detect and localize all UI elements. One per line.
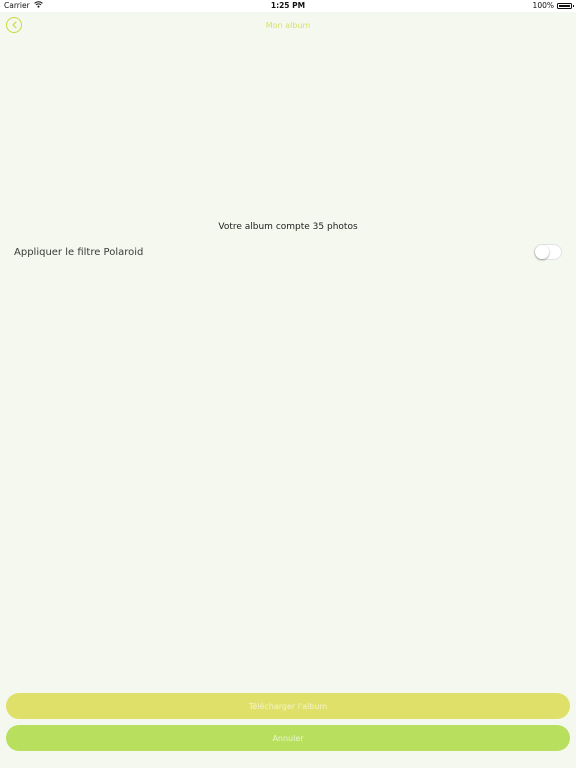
cancel-button[interactable]: Annuler bbox=[6, 725, 570, 751]
polaroid-filter-row: Appliquer le filtre Polaroid bbox=[14, 243, 562, 261]
download-album-button[interactable]: Télécharger l'album bbox=[6, 693, 570, 719]
battery-fill bbox=[559, 4, 570, 7]
page-title: Mon album bbox=[265, 21, 311, 30]
status-bar: Carrier 1:25 PM 100% bbox=[0, 0, 576, 12]
battery-icon bbox=[557, 2, 574, 9]
status-time: 1:25 PM bbox=[270, 1, 306, 10]
toggle-knob bbox=[535, 245, 549, 259]
album-count-label: Votre album compte 35 photos bbox=[218, 222, 358, 232]
navigation-bar: Mon album bbox=[0, 12, 576, 40]
battery-percent: 100% bbox=[532, 1, 554, 10]
polaroid-filter-label: Appliquer le filtre Polaroid bbox=[14, 246, 144, 258]
polaroid-filter-toggle[interactable] bbox=[534, 244, 562, 260]
status-right: 100% bbox=[532, 1, 574, 10]
